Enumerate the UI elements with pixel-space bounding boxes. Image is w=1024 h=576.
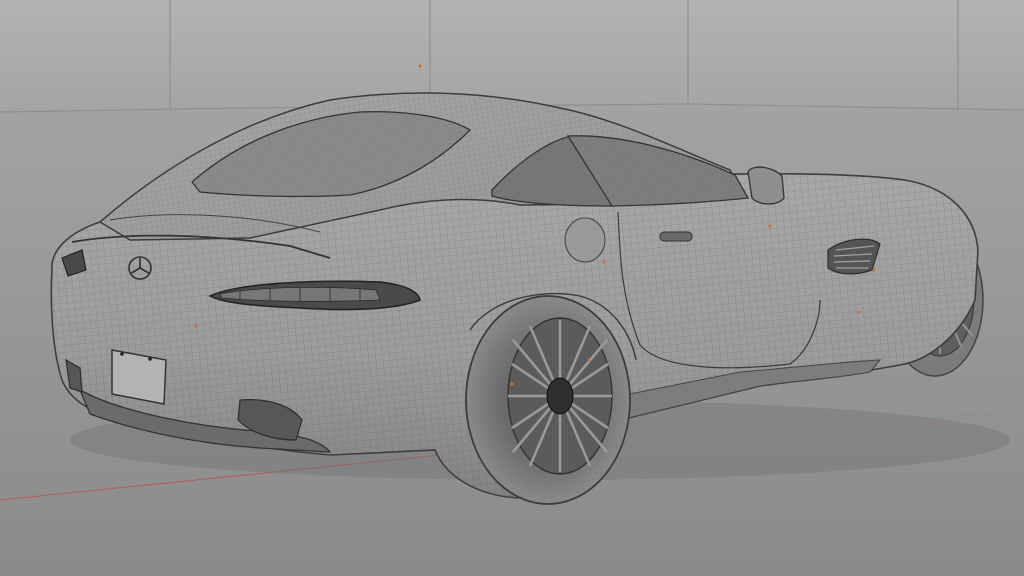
rear-left-wheel[interactable] xyxy=(465,295,631,505)
viewport-canvas[interactable] xyxy=(0,0,1024,576)
3d-viewport[interactable] xyxy=(0,0,1024,576)
side-mirror[interactable] xyxy=(747,166,785,205)
license-plate xyxy=(111,349,167,405)
door-handle[interactable] xyxy=(659,231,693,242)
fuel-cap[interactable] xyxy=(564,217,606,263)
